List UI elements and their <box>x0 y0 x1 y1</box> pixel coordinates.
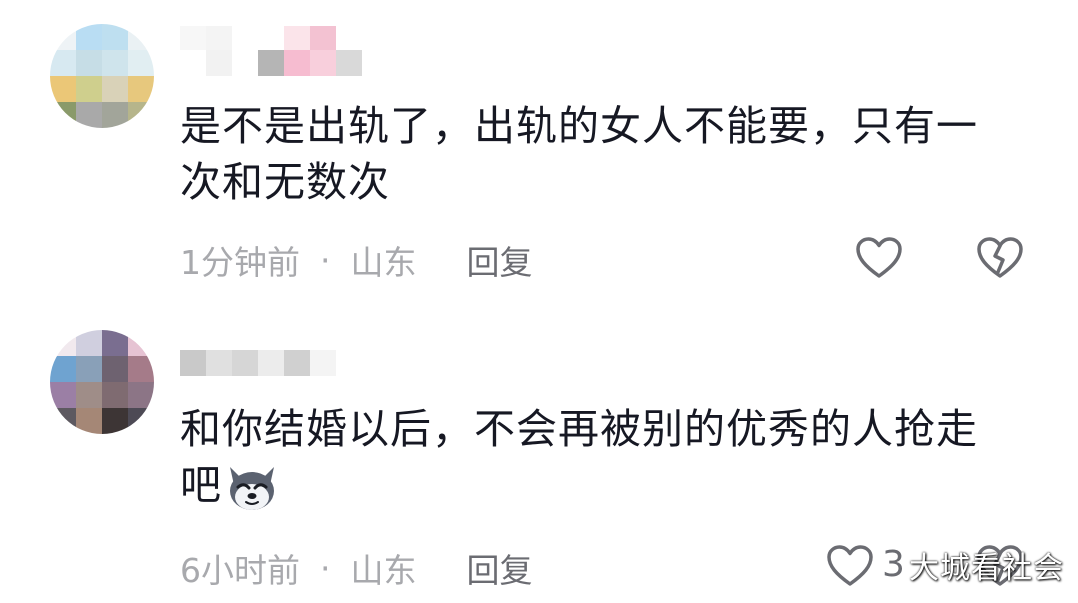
broken-heart-icon[interactable] <box>976 236 1024 280</box>
meta-separator: · <box>320 240 331 280</box>
comment-text-content: 和你结婚以后，不会再被别的优秀的人抢走吧 <box>180 405 978 509</box>
like-count: 3 <box>882 544 905 585</box>
username-blurred[interactable] <box>180 350 336 378</box>
avatar-mosaic <box>50 330 154 434</box>
avatar-mosaic <box>50 24 154 128</box>
husky-dog-emoji <box>230 467 274 510</box>
comment-location: 山东 <box>350 243 417 282</box>
comment-time: 6小时前 <box>180 551 300 590</box>
reply-button[interactable]: 回复 <box>467 544 533 592</box>
avatar[interactable] <box>50 24 154 128</box>
comment-location: 山东 <box>350 551 417 590</box>
watermark: 大城看社会 <box>909 551 1064 586</box>
comment-list: 是不是出轨了，出轨的女人不能要，只有一次和无数次 1分钟前 · 山东 回复 和你… <box>0 0 1078 603</box>
heart-outline-icon[interactable] <box>826 544 874 588</box>
comment-item: 是不是出轨了，出轨的女人不能要，只有一次和无数次 1分钟前 · 山东 回复 <box>0 0 1078 300</box>
avatar[interactable] <box>50 330 154 434</box>
heart-outline-icon[interactable] <box>855 236 903 280</box>
username-blurred-row2 <box>180 50 362 78</box>
comment-meta: 6小时前 · 山东 回复 <box>180 544 533 592</box>
comment-text: 和你结婚以后，不会再被别的优秀的人抢走吧 <box>180 401 1000 513</box>
comment-text: 是不是出轨了，出轨的女人不能要，只有一次和无数次 <box>180 102 978 206</box>
reply-button[interactable]: 回复 <box>467 236 533 284</box>
comment-meta: 1分钟前 · 山东 回复 <box>180 236 533 284</box>
comment-time: 1分钟前 <box>180 243 300 282</box>
meta-separator: · <box>320 548 331 588</box>
